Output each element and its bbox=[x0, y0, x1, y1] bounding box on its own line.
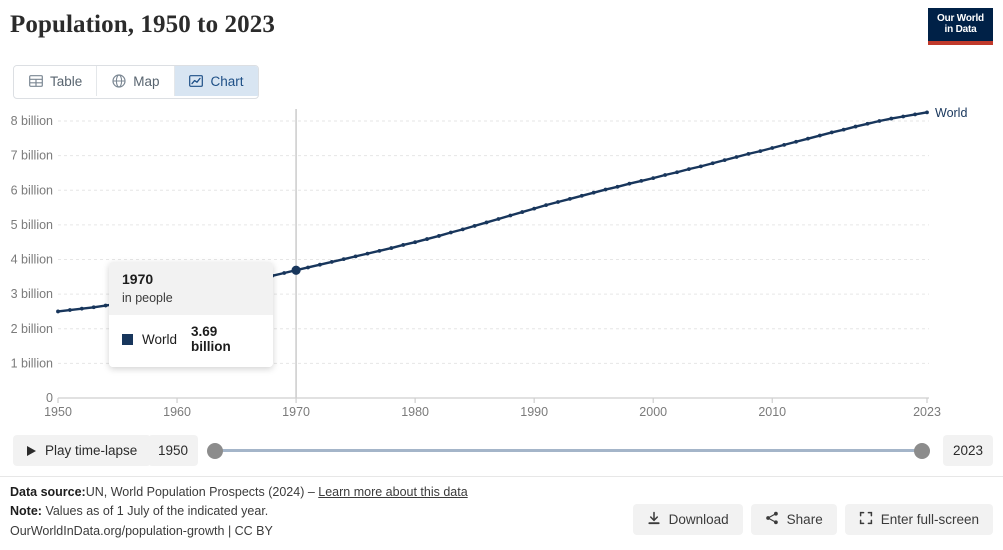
share-label: Share bbox=[786, 512, 823, 527]
timeline-handle-start[interactable] bbox=[207, 443, 223, 459]
svg-text:3 billion: 3 billion bbox=[11, 287, 53, 301]
page-title: Population, 1950 to 2023 bbox=[10, 11, 275, 38]
y-axis-labels: 0 1 billion 2 billion 3 billion 4 billion 5 b… bbox=[11, 114, 53, 405]
learn-more-link[interactable]: Learn more about this data bbox=[318, 485, 467, 499]
svg-text:5 billion: 5 billion bbox=[11, 218, 53, 232]
tab-map[interactable]: Map bbox=[97, 66, 175, 96]
tooltip-color-swatch bbox=[122, 333, 133, 345]
tooltip-body: World 3.69 billion bbox=[109, 315, 273, 368]
tab-chart[interactable]: Chart bbox=[174, 66, 258, 96]
owid-logo[interactable]: Our World in Data bbox=[928, 8, 993, 45]
tooltip-series-value: 3.69 billion bbox=[191, 324, 231, 355]
play-timelapse-button[interactable]: Play time-lapse bbox=[13, 435, 152, 466]
x-axis: 1950 1960 1970 1980 1990 2000 2010 2023 bbox=[44, 397, 941, 419]
tooltip-header: 1970 in people bbox=[109, 262, 273, 316]
download-icon bbox=[647, 511, 661, 528]
footer-source-text: UN, World Population Prospects (2024) – bbox=[85, 485, 319, 499]
svg-text:2010: 2010 bbox=[758, 405, 786, 419]
fullscreen-button[interactable]: Enter full-screen bbox=[844, 504, 993, 535]
share-button[interactable]: Share bbox=[750, 504, 837, 535]
svg-text:8 billion: 8 billion bbox=[11, 114, 53, 128]
globe-icon bbox=[111, 74, 126, 89]
table-icon bbox=[28, 74, 43, 89]
footer-text: Data source:UN, World Population Prospec… bbox=[10, 483, 468, 541]
owid-logo-line1: Our World bbox=[937, 13, 984, 24]
timeline-handle-end[interactable] bbox=[914, 443, 930, 459]
download-button[interactable]: Download bbox=[632, 504, 743, 535]
svg-text:2023: 2023 bbox=[913, 405, 941, 419]
timeline-controls: Play time-lapse 1950 2023 bbox=[0, 432, 1003, 472]
share-icon bbox=[765, 511, 779, 528]
svg-text:7 billion: 7 billion bbox=[11, 149, 53, 163]
play-timelapse-label: Play time-lapse bbox=[45, 443, 138, 458]
footer-source-line: Data source:UN, World Population Prospec… bbox=[10, 483, 468, 502]
footer-note-label: Note: bbox=[10, 504, 42, 519]
svg-text:1980: 1980 bbox=[401, 405, 429, 419]
svg-text:1990: 1990 bbox=[520, 405, 548, 419]
tab-table[interactable]: Table bbox=[14, 66, 98, 96]
footer-source-label: Data source: bbox=[10, 485, 86, 499]
svg-text:2000: 2000 bbox=[639, 405, 667, 419]
tab-chart-label: Chart bbox=[210, 73, 244, 89]
tab-table-label: Table bbox=[50, 73, 83, 89]
svg-text:0: 0 bbox=[46, 391, 53, 405]
svg-text:4 billion: 4 billion bbox=[11, 253, 53, 267]
svg-text:1970: 1970 bbox=[282, 405, 310, 419]
tooltip-year: 1970 bbox=[122, 271, 154, 287]
chart-tooltip: 1970 in people World 3.69 billion bbox=[109, 262, 273, 368]
owid-logo-line2: in Data bbox=[944, 23, 977, 35]
line-chart-icon bbox=[189, 74, 204, 89]
download-label: Download bbox=[668, 512, 729, 527]
footer-note-body: Values as of 1 July of the indicated yea… bbox=[45, 504, 269, 519]
tab-map-label: Map bbox=[133, 73, 160, 89]
play-icon bbox=[27, 445, 36, 456]
svg-text:1960: 1960 bbox=[163, 405, 191, 419]
fullscreen-icon bbox=[859, 511, 873, 528]
tooltip-series-name: World bbox=[142, 331, 178, 347]
tooltip-unit: in people bbox=[122, 290, 173, 305]
fullscreen-label: Enter full-screen bbox=[880, 512, 979, 527]
timeline-slider-track[interactable] bbox=[213, 449, 930, 452]
svg-text:1950: 1950 bbox=[44, 405, 72, 419]
timeline-end-year[interactable]: 2023 bbox=[942, 435, 993, 466]
footer-note-line: Note: Values as of 1 July of the indicat… bbox=[10, 502, 468, 521]
svg-text:1 billion: 1 billion bbox=[11, 356, 53, 370]
footer-actions: Download Share Enter full-screen bbox=[632, 504, 993, 535]
view-tabs: Table Map Chart bbox=[13, 65, 259, 99]
footer-attribution: OurWorldInData.org/population-growth | C… bbox=[10, 523, 273, 538]
svg-text:2 billion: 2 billion bbox=[11, 322, 53, 336]
chart-header: Population, 1950 to 2023 Our World in Da… bbox=[0, 0, 1003, 60]
timeline-start-year[interactable]: 1950 bbox=[148, 435, 199, 466]
chart-footer: Data source:UN, World Population Prospec… bbox=[0, 476, 1003, 550]
svg-text:6 billion: 6 billion bbox=[11, 183, 53, 197]
series-end-label: World bbox=[935, 106, 967, 120]
